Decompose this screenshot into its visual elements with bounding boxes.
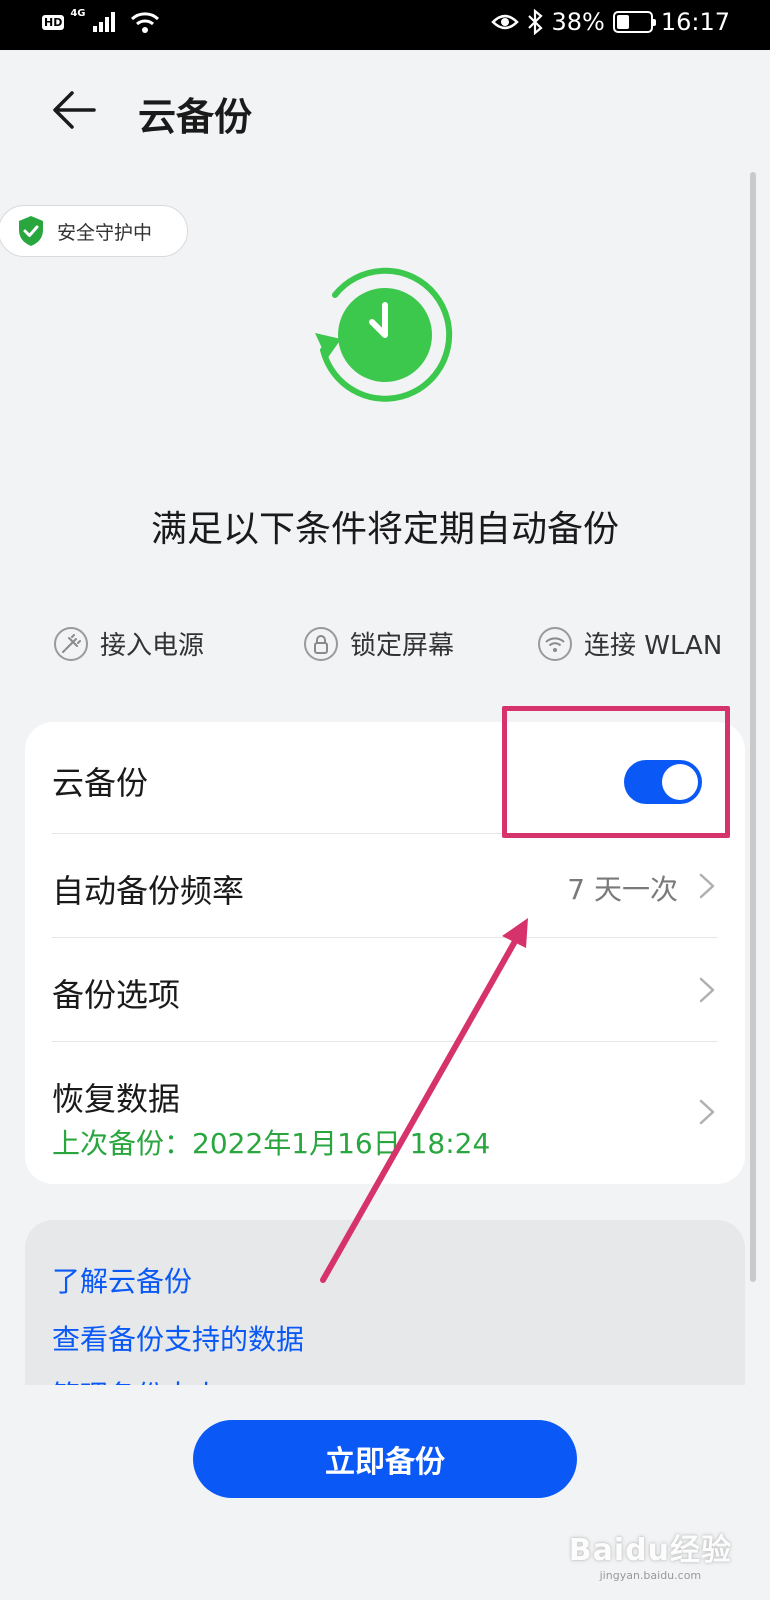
chevron-right-icon [699,1099,715,1125]
status-right: 38% 16:17 [491,8,730,36]
clock-time: 16:17 [660,8,730,36]
page-title: 云备份 [138,95,253,139]
backup-options-row[interactable]: 备份选项 [52,938,718,1042]
condition-label: 连接 WLAN [584,631,723,661]
hd-badge: HD [42,14,65,30]
security-status-badge[interactable]: 安全守护中 [0,205,188,257]
watermark: Baidu经验 jingyan.baidu.com [569,1525,732,1582]
wifi-icon [538,626,572,661]
status-bar: HD 4G 38% 16:17 [0,0,770,50]
manage-backup-size-link[interactable]: 管理备份大小 [52,1374,220,1385]
battery-fill [616,15,629,29]
condition-lock: 锁定屏幕 [304,625,454,662]
watermark-main: Baidu经验 [568,1533,732,1568]
signal-icon [92,12,115,32]
watermark-sub: jingyan.baidu.com [599,1569,702,1582]
backup-clock-icon [315,267,453,402]
links-card: 了解云备份 查看备份支持的数据 管理备份大小 [25,1220,745,1385]
frequency-label: 自动备份频率 [52,872,245,910]
bottom-action-area: 立即备份 Baidu经验 jingyan.baidu.com [0,1385,770,1600]
supported-data-link[interactable]: 查看备份支持的数据 [52,1318,304,1358]
annotation-highlight-box [502,706,730,838]
lock-icon [304,626,338,661]
condition-wlan: 连接 WLAN [538,625,722,662]
condition-label: 锁定屏幕 [350,631,455,661]
chevron-right-icon [699,977,715,1003]
plug-icon [54,626,88,661]
frequency-row[interactable]: 自动备份频率 7 天一次 [52,834,718,938]
battery-icon [612,11,656,33]
frequency-value: 7 天一次 [567,873,678,906]
title-bar: 云备份 [0,50,770,170]
backup-options-label: 备份选项 [52,976,181,1014]
learn-cloud-backup-link[interactable]: 了解云备份 [52,1260,192,1300]
backup-now-button[interactable]: 立即备份 [193,1420,577,1498]
condition-label: 接入电源 [100,631,205,661]
wifi-status-icon [130,12,159,33]
restore-data-label: 恢复数据 [52,1080,181,1118]
status-left: HD 4G [42,8,160,34]
bluetooth-icon [528,9,544,35]
conditions-title: 满足以下条件将定期自动备份 [150,509,619,550]
scrollbar[interactable] [750,172,756,1282]
back-arrow-icon [53,91,96,129]
condition-power: 接入电源 [54,625,204,662]
restore-data-row[interactable]: 恢复数据 上次备份：2022年1月16日 18:24 [52,1042,718,1184]
eye-icon [491,14,520,30]
network-type: 4G [70,8,86,19]
chevron-right-icon [699,873,715,899]
conditions-list: 接入电源 锁定屏幕 连接 WLAN [0,625,770,675]
cloud-backup-label: 云备份 [52,764,149,802]
back-button[interactable] [50,88,100,132]
shield-check-icon [19,216,43,246]
battery-percent: 38% [551,8,605,36]
last-backup-text: 上次备份：2022年1月16日 18:24 [52,1127,491,1160]
security-label: 安全守护中 [57,221,153,244]
